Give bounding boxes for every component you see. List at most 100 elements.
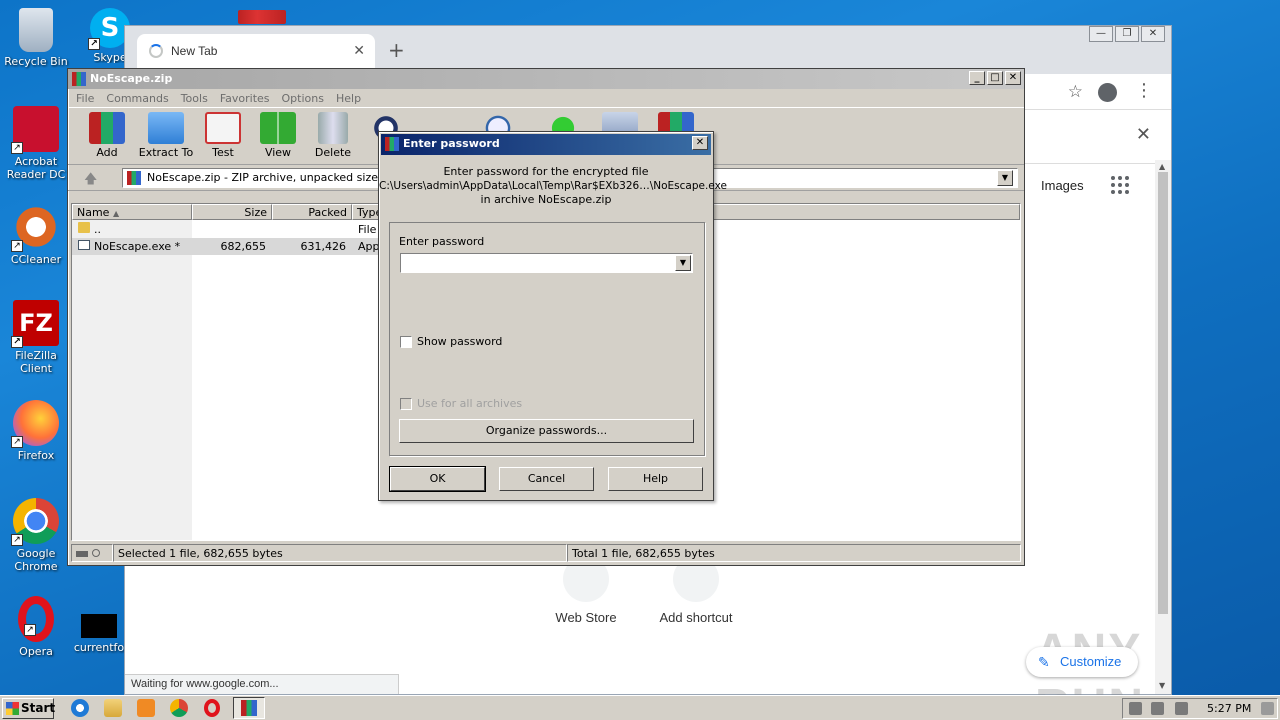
winrar-taskbar-button[interactable] bbox=[233, 697, 265, 719]
media-player-icon[interactable] bbox=[137, 699, 155, 717]
toolbar-add-button[interactable]: Add bbox=[77, 112, 137, 159]
winrar-title: NoEscape.zip bbox=[90, 72, 173, 85]
restore-button[interactable]: ❐ bbox=[1115, 26, 1139, 42]
desktop-icon-acrobat[interactable]: ↗ Acrobat Reader DC bbox=[0, 106, 72, 181]
checkbox-box[interactable] bbox=[400, 336, 412, 348]
help-button[interactable]: Help bbox=[608, 467, 703, 491]
menu-help[interactable]: Help bbox=[336, 92, 361, 107]
chevron-down-icon[interactable]: ▼ bbox=[997, 170, 1013, 186]
volume-icon[interactable] bbox=[1129, 702, 1142, 715]
toolbar-label: View bbox=[264, 146, 292, 159]
winrar-status-bar: Selected 1 file, 682,655 bytes Total 1 f… bbox=[71, 544, 1021, 562]
ok-button[interactable]: OK bbox=[389, 466, 486, 492]
customize-button[interactable]: ✎ Customize bbox=[1026, 647, 1138, 677]
desktop-icon-recycle-bin[interactable]: Recycle Bin bbox=[0, 8, 72, 68]
windows-flag-icon bbox=[6, 702, 19, 715]
column-header-packed[interactable]: Packed bbox=[272, 204, 352, 220]
menu-commands[interactable]: Commands bbox=[106, 92, 168, 107]
password-label: Enter password bbox=[399, 235, 485, 248]
apps-grid-icon[interactable] bbox=[1111, 176, 1129, 194]
maximize-button[interactable]: □ bbox=[987, 71, 1003, 85]
ie-icon[interactable] bbox=[71, 699, 89, 717]
opera-taskbar-icon[interactable] bbox=[204, 699, 220, 717]
desktop-icon-filezilla[interactable]: FZ ↗ FileZilla Client bbox=[0, 300, 72, 375]
desktop-icon-firefox[interactable]: ↗ Firefox bbox=[0, 400, 72, 462]
desktop-icon-chrome[interactable]: ↗ Google Chrome bbox=[0, 498, 72, 573]
use-all-label: Use for all archives bbox=[417, 397, 523, 410]
acrobat-icon: ↗ bbox=[11, 106, 59, 154]
organize-passwords-button[interactable]: Organize passwords... bbox=[399, 419, 694, 443]
chrome-taskbar-icon[interactable] bbox=[170, 699, 188, 717]
scroll-thumb[interactable] bbox=[1158, 172, 1168, 614]
menu-file[interactable]: File bbox=[76, 92, 94, 107]
close-icon[interactable]: ✕ bbox=[692, 136, 708, 150]
desktop-icon-opera[interactable]: ↗ Opera bbox=[0, 596, 72, 658]
menu-options[interactable]: Options bbox=[282, 92, 324, 107]
filezilla-icon: FZ ↗ bbox=[11, 300, 59, 348]
show-password-label: Show password bbox=[417, 335, 503, 348]
toolbar-extract-button[interactable]: Extract To bbox=[136, 112, 196, 159]
desktop-icon-label: Acrobat Reader DC bbox=[6, 155, 66, 181]
close-tab-icon[interactable]: ✕ bbox=[353, 42, 365, 59]
shortcut-label: Add shortcut bbox=[659, 610, 733, 625]
chrome-icon: ↗ bbox=[11, 498, 59, 546]
row-size: 682,655 bbox=[220, 240, 267, 253]
chevron-down-icon[interactable]: ▼ bbox=[675, 255, 691, 271]
winrar-desktop-icon[interactable] bbox=[238, 10, 286, 24]
flag-icon[interactable] bbox=[1175, 702, 1188, 715]
minimize-button[interactable]: _ bbox=[969, 71, 985, 85]
close-infobar-icon[interactable]: ✕ bbox=[1136, 124, 1151, 145]
taskbar: Start 5:27 PM bbox=[0, 695, 1280, 720]
use-for-all-archives-checkbox: Use for all archives bbox=[400, 397, 522, 410]
desktop-icon-ccleaner[interactable]: ↗ CCleaner bbox=[0, 204, 72, 266]
vertical-scrollbar[interactable]: ▲ ▼ bbox=[1155, 160, 1171, 694]
clock[interactable]: 5:27 PM bbox=[1207, 702, 1251, 715]
start-button[interactable]: Start bbox=[2, 698, 55, 719]
close-button[interactable]: ✕ bbox=[1141, 26, 1165, 42]
close-button[interactable]: ✕ bbox=[1005, 71, 1021, 85]
up-arrow-icon[interactable]: 🡅 bbox=[84, 170, 97, 192]
password-input[interactable]: ▼ bbox=[400, 253, 693, 273]
exe-file-icon bbox=[78, 240, 90, 250]
column-header-size[interactable]: Size bbox=[192, 204, 272, 220]
toolbar-test-button[interactable]: Test bbox=[193, 112, 253, 159]
tab-strip: New Tab ✕ + — ❐ ✕ bbox=[125, 26, 1171, 74]
cancel-button[interactable]: Cancel bbox=[499, 467, 594, 491]
tab-title: New Tab bbox=[171, 44, 218, 58]
column-header-name[interactable]: Name ▲ bbox=[72, 204, 192, 220]
desktop-icon-label: CCleaner bbox=[10, 253, 62, 266]
scroll-up-icon[interactable]: ▲ bbox=[1159, 162, 1165, 171]
password-dialog: Enter password ✕ Enter password for the … bbox=[378, 131, 727, 501]
trash-icon bbox=[318, 112, 348, 144]
menu-tools[interactable]: Tools bbox=[181, 92, 208, 107]
toolbar-delete-button[interactable]: Delete bbox=[303, 112, 363, 159]
winrar-logo-icon bbox=[385, 137, 399, 151]
toolbar-view-button[interactable]: View bbox=[248, 112, 308, 159]
table-row[interactable]: NoEscape.exe * 682,655 631,426 Appl bbox=[72, 238, 380, 255]
shortcut-web-store[interactable]: Web Store bbox=[541, 556, 631, 625]
network-icon[interactable] bbox=[1151, 702, 1164, 715]
status-total: Total 1 file, 682,655 bytes bbox=[567, 544, 1021, 562]
opera-icon: ↗ bbox=[18, 596, 54, 642]
menu-favorites[interactable]: Favorites bbox=[220, 92, 270, 107]
desktop-icon-label: FileZilla Client bbox=[15, 349, 57, 375]
shortcut-add[interactable]: Add shortcut bbox=[651, 556, 741, 625]
customize-label: Customize bbox=[1060, 654, 1122, 669]
explorer-icon[interactable] bbox=[104, 699, 122, 717]
images-link[interactable]: Images bbox=[1041, 178, 1084, 193]
desktop-icon-currentfo[interactable]: currentfo bbox=[72, 614, 126, 654]
winrar-logo-icon bbox=[72, 72, 86, 86]
minimize-button[interactable]: — bbox=[1089, 26, 1113, 42]
bookmark-star-icon[interactable]: ☆ bbox=[1068, 82, 1083, 102]
new-tab-button[interactable]: + bbox=[388, 38, 405, 62]
message-line-3: in archive NoEscape.zip bbox=[480, 193, 612, 206]
tab-new-tab[interactable]: New Tab ✕ bbox=[137, 34, 375, 68]
desktop-icon-label: Firefox bbox=[17, 449, 55, 462]
more-menu-icon[interactable]: ⋮ bbox=[1135, 80, 1153, 101]
show-desktop-icon[interactable] bbox=[1261, 702, 1274, 715]
status-drive-icons bbox=[71, 544, 113, 562]
file-icon bbox=[81, 614, 117, 638]
message-line-1: Enter password for the encrypted file bbox=[443, 165, 649, 178]
account-icon[interactable] bbox=[1098, 83, 1117, 102]
show-password-checkbox[interactable]: Show password bbox=[400, 335, 502, 348]
